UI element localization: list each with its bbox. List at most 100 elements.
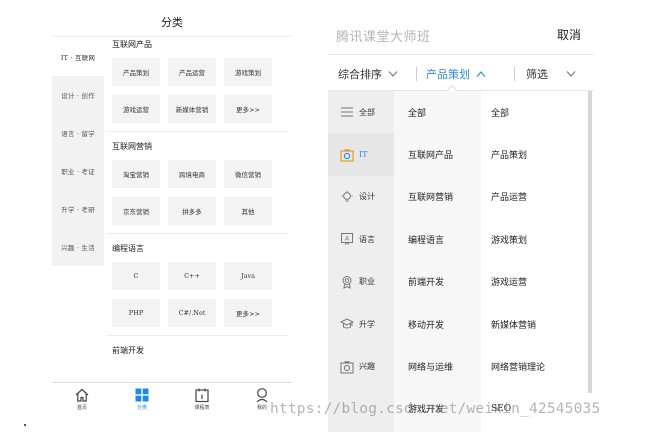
- category-chip[interactable]: 跨境电商: [168, 160, 216, 188]
- calendar-icon: [195, 388, 209, 403]
- sidebar-item-design[interactable]: 设计 · 创作: [52, 76, 104, 114]
- category-label: IT: [359, 150, 368, 160]
- tab-label: 首页: [76, 405, 87, 411]
- category-chip[interactable]: Java: [224, 262, 272, 290]
- category-chip[interactable]: 游戏运营: [112, 95, 160, 123]
- sidebar-item-study[interactable]: 升学 · 考研: [52, 190, 104, 228]
- sidebar-item-language[interactable]: 语言 · 留学: [52, 114, 104, 152]
- category-chip[interactable]: 产品策划: [112, 58, 160, 86]
- category-column: 全部 IT 设计 A 语言 职业 升学 兴趣: [328, 91, 394, 432]
- cancel-button[interactable]: 取消: [557, 26, 581, 43]
- filter-label: 综合排序: [338, 68, 382, 81]
- leaf-category-column: 全部 产品策划 产品运营 游戏策划 游戏运营 新媒体营销 网络营销理论 SEO: [481, 91, 586, 432]
- tab-label: 课程表: [194, 405, 210, 411]
- camera-icon: [340, 360, 354, 374]
- leaf-item[interactable]: 网络营销理论: [481, 345, 586, 387]
- bottom-tab-bar: 首页 分类 课程表 我的: [52, 382, 292, 422]
- more-chip[interactable]: 更多>>: [224, 299, 272, 327]
- section-title: 互联网产品: [112, 40, 152, 49]
- divider: [416, 67, 417, 81]
- category-chip[interactable]: C++: [168, 262, 216, 290]
- subcategory-item[interactable]: 互联网营销: [394, 176, 481, 218]
- category-chip[interactable]: 新媒体营销: [168, 95, 216, 123]
- divider: [106, 131, 288, 132]
- category-label: 职业: [359, 277, 375, 287]
- leaf-item[interactable]: 游戏策划: [481, 218, 586, 260]
- section-title: 前端开发: [112, 346, 144, 355]
- badge-icon: [342, 275, 352, 289]
- search-filter-page-right: 腾讯课堂大师班 取消 综合排序 产品策划 筛选 全部 IT 设计 A 语言 职业…: [328, 0, 594, 432]
- divider: [106, 233, 288, 234]
- category-item-interest[interactable]: 兴趣: [328, 345, 394, 387]
- subcategory-item[interactable]: 互联网产品: [394, 133, 481, 175]
- tab-category[interactable]: 分类: [112, 383, 172, 422]
- category-chip[interactable]: 拼多多: [168, 197, 216, 225]
- filter-label: 产品策划: [426, 68, 470, 81]
- category-chip[interactable]: 产品运营: [168, 58, 216, 86]
- svg-text:A: A: [345, 236, 350, 243]
- subcategory-item[interactable]: 网络与运维: [394, 345, 481, 387]
- chevron-down-icon: [388, 71, 398, 77]
- category-item-it[interactable]: IT: [328, 133, 394, 176]
- category-chip[interactable]: 其他: [224, 197, 272, 225]
- tab-home[interactable]: 首页: [52, 383, 112, 422]
- sidebar-item-it[interactable]: IT · 互联网: [52, 38, 104, 76]
- chip-grid: C C++ Java PHP C#/.Net 更多>>: [112, 262, 288, 327]
- category-item-career[interactable]: 职业: [328, 261, 394, 303]
- chip-grid: 产品策划 产品运营 游戏策划 游戏运营 新媒体营销 更多>>: [112, 58, 288, 123]
- language-icon: A: [341, 233, 353, 246]
- leaf-item[interactable]: 游戏运营: [481, 261, 586, 303]
- category-chip[interactable]: C#/.Net: [168, 299, 216, 327]
- category-chip[interactable]: 微信营销: [224, 160, 272, 188]
- divider: [52, 36, 292, 37]
- home-icon: [75, 388, 89, 402]
- category-label: 设计: [359, 192, 375, 202]
- subcategory-item[interactable]: 移动开发: [394, 303, 481, 345]
- subcategory-item[interactable]: 编程语言: [394, 218, 481, 260]
- subcategory-item[interactable]: 全部: [394, 91, 481, 133]
- profile-icon: [256, 388, 268, 403]
- category-label: 语言: [359, 234, 375, 244]
- category-item-design[interactable]: 设计: [328, 176, 394, 218]
- category-label: 兴趣: [359, 362, 375, 372]
- category-item-all[interactable]: 全部: [328, 91, 394, 133]
- category-sidebar: IT · 互联网 设计 · 创作 语言 · 留学 职业 · 考证 升学 · 考研…: [52, 38, 104, 266]
- category-chip[interactable]: 京东营销: [112, 197, 160, 225]
- menu-icon: [341, 107, 353, 117]
- chip-grid: 淘宝营销 跨境电商 微信营销 京东营销 拼多多 其他: [112, 160, 288, 225]
- tab-label: 分类: [136, 405, 147, 411]
- divider: [514, 67, 515, 81]
- category-label: 升学: [359, 319, 375, 329]
- category-content: 互联网产品 产品策划 产品运营 游戏策划 游戏运营 新媒体营销 更多>> 互联网…: [106, 38, 288, 358]
- search-input[interactable]: 腾讯课堂大师班: [336, 26, 431, 45]
- category-item-language[interactable]: A 语言: [328, 218, 394, 260]
- grid-icon: [135, 388, 149, 402]
- leaf-item[interactable]: 全部: [481, 91, 586, 133]
- tab-schedule[interactable]: 课程表: [172, 383, 232, 422]
- camera-icon: [340, 148, 354, 162]
- subcategory-column: 全部 互联网产品 互联网营销 编程语言 前端开发 移动开发 网络与运维 游戏开发: [394, 91, 481, 432]
- category-chip[interactable]: 淘宝营销: [112, 160, 160, 188]
- filter-category[interactable]: 产品策划: [426, 66, 486, 82]
- category-item-study[interactable]: 升学: [328, 303, 394, 345]
- sidebar-item-interest[interactable]: 兴趣 · 生活: [52, 228, 104, 266]
- scrollbar[interactable]: [588, 91, 592, 393]
- category-chip[interactable]: 游戏策划: [224, 58, 272, 86]
- category-chip[interactable]: C: [112, 262, 160, 290]
- section-title: 互联网营销: [112, 142, 152, 151]
- graduation-cap-icon: [340, 318, 354, 329]
- subcategory-item[interactable]: 前端开发: [394, 261, 481, 303]
- leaf-item[interactable]: 产品策划: [481, 133, 586, 175]
- watermark-text: https://blog.csdn.net/weixin_42545035: [270, 401, 601, 417]
- filter-sort[interactable]: 综合排序: [338, 66, 398, 82]
- leaf-item[interactable]: 新媒体营销: [481, 303, 586, 345]
- chevron-down-icon: [566, 71, 576, 77]
- leaf-item[interactable]: 产品运营: [481, 176, 586, 218]
- filter-screen[interactable]: 筛选: [526, 66, 576, 82]
- sidebar-item-career[interactable]: 职业 · 考证: [52, 152, 104, 190]
- more-chip[interactable]: 更多>>: [224, 95, 272, 123]
- divider: [328, 54, 594, 55]
- divider: [106, 335, 288, 336]
- category-chip[interactable]: PHP: [112, 299, 160, 327]
- tab-label: 我的: [256, 405, 267, 411]
